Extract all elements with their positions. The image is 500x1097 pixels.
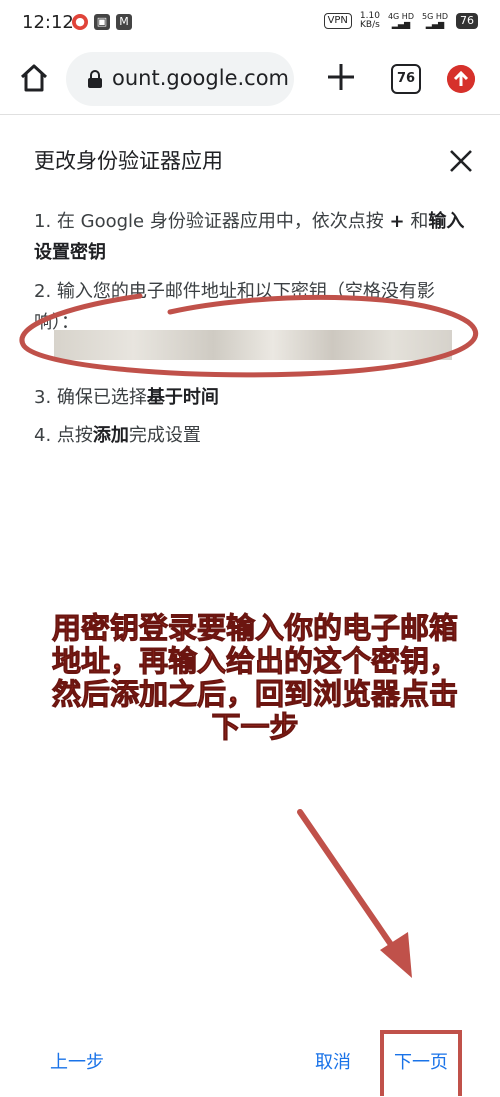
previous-button[interactable]: 上一步 — [50, 1048, 104, 1074]
step-1-mid: 和 — [404, 211, 429, 232]
cancel-button[interactable]: 取消 — [315, 1048, 351, 1074]
close-icon[interactable] — [448, 148, 474, 174]
browser-toolbar: ount.google.com 76 — [0, 46, 500, 112]
step-4-bold: 添加 — [92, 425, 129, 446]
tab-switcher-button[interactable]: 76 — [391, 64, 421, 94]
step-2-text: 2. 输入您的电子邮件地址和以下密钥（空格没有影响）： — [34, 281, 435, 333]
mail-icon: M — [116, 14, 132, 30]
new-tab-icon[interactable] — [324, 60, 358, 94]
battery-icon: 76 — [456, 13, 478, 29]
step-4-suffix: 完成设置 — [128, 425, 201, 446]
status-bar: 12:12 ● ▣ M VPN 1.10 KB/s 4G HD ▂▄▆ 5G HD… — [0, 0, 500, 44]
next-highlight-box — [380, 1030, 462, 1096]
signal-2-icon: 5G HD ▂▄▆ — [421, 12, 448, 29]
lock-icon — [88, 70, 102, 88]
step-4: 4. 点按添加完成设置 — [34, 420, 474, 451]
signal-1-icon: 4G HD ▂▄▆ — [387, 12, 414, 29]
signal-2-label: 5G HD — [421, 12, 448, 21]
step-3: 3. 确保已选择基于时间 — [34, 382, 474, 420]
address-bar[interactable]: ount.google.com — [66, 52, 294, 106]
signal-1-label: 4G HD — [387, 12, 414, 21]
dialog-title: 更改身份验证器应用 — [34, 149, 223, 173]
app-notification-icon: ▣ — [94, 14, 110, 30]
annotation-text: 用密钥登录要输入你的电子邮箱地址，再输入给出的这个密钥，然后添加之后，回到浏览器… — [51, 611, 458, 744]
step-1-plus: + — [389, 211, 405, 232]
home-icon[interactable] — [18, 62, 50, 94]
step-2: 2. 输入您的电子邮件地址和以下密钥（空格没有影响）： — [34, 276, 474, 376]
step-1-text: 1. 在 Google 身份验证器应用中，依次点按 — [34, 211, 390, 232]
notification-icons: ● ▣ M — [72, 14, 132, 30]
weibo-icon: ● — [72, 14, 88, 30]
url-text: ount.google.com — [112, 66, 290, 90]
vpn-badge: VPN — [323, 13, 352, 29]
arrow-annotation — [297, 809, 412, 978]
status-indicators: VPN 1.10 KB/s 4G HD ▂▄▆ 5G HD ▂▄▆ 76 — [323, 12, 478, 30]
setup-steps: 1. 在 Google 身份验证器应用中，依次点按 + 和输入设置密钥 2. 输… — [34, 206, 474, 451]
step-1: 1. 在 Google 身份验证器应用中，依次点按 + 和输入设置密钥 — [34, 206, 474, 268]
step-3-bold: 基于时间 — [146, 387, 219, 408]
step-3-text: 3. 确保已选择 — [34, 387, 147, 408]
network-speed: 1.10 KB/s — [360, 12, 380, 30]
network-speed-unit: KB/s — [360, 20, 380, 30]
step-4-text: 4. 点按 — [34, 425, 93, 446]
secret-key-blurred[interactable] — [54, 330, 452, 360]
toolbar-divider — [0, 114, 500, 115]
status-time: 12:12 — [22, 12, 74, 33]
update-icon[interactable] — [447, 65, 475, 93]
